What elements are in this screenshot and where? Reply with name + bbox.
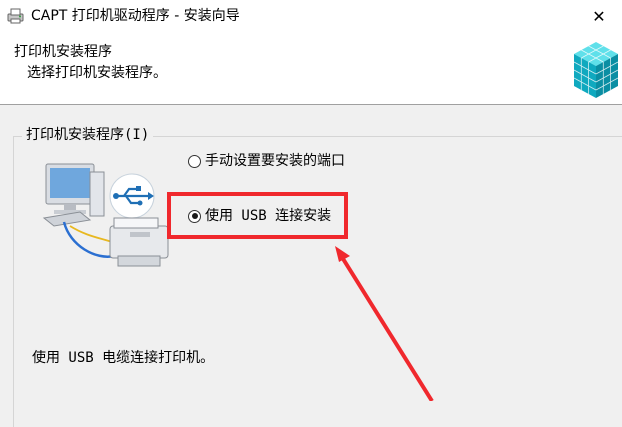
window-title: CAPT 打印机驱动程序 - 安装向导 <box>31 8 240 24</box>
radio-button-unselected[interactable] <box>188 154 201 168</box>
option-description: 使用 USB 电缆连接打印机。 <box>32 350 215 366</box>
header-title: 打印机安装程序 <box>14 44 112 60</box>
radio-usb-install[interactable]: 使用 USB 连接安装 <box>188 207 331 225</box>
group-label: 打印机安装程序(I) <box>22 126 154 144</box>
close-button[interactable]: ✕ <box>576 0 622 32</box>
printer-driver-icon <box>7 8 24 24</box>
wizard-header: 打印机安装程序 选择打印机安装程序。 <box>0 32 622 105</box>
radio-manual-port-label: 手动设置要安装的端口 <box>205 153 345 169</box>
header-subtitle: 选择打印机安装程序。 <box>27 65 167 81</box>
computer-usb-printer-illustration <box>42 163 169 267</box>
radio-usb-install-label: 使用 USB 连接安装 <box>205 208 332 224</box>
radio-manual-port[interactable]: 手动设置要安装的端口 <box>188 152 345 170</box>
title-bar: CAPT 打印机驱动程序 - 安装向导 ✕ <box>0 0 622 32</box>
radio-button-selected[interactable] <box>188 209 201 223</box>
blue-cubes-logo-icon <box>573 42 619 98</box>
close-icon: ✕ <box>592 6 606 26</box>
